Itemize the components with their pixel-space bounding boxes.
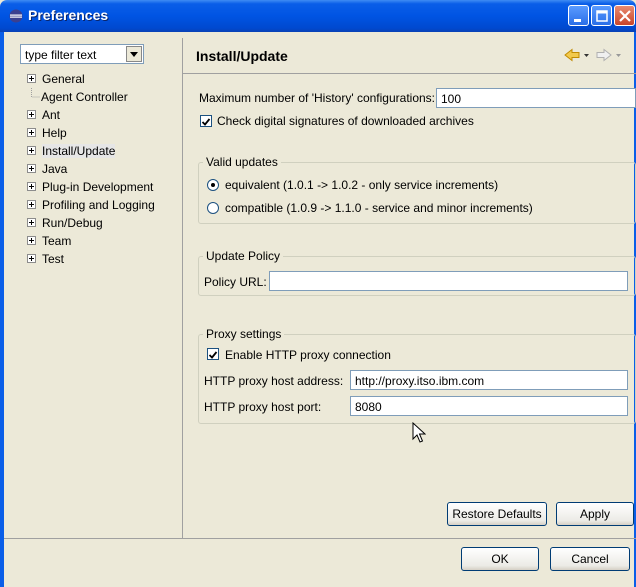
restore-defaults-button[interactable]: Restore Defaults — [447, 502, 547, 526]
tree-item-label: Java — [42, 162, 68, 176]
ok-button[interactable]: OK — [461, 547, 539, 571]
tree-item-label: Plug-in Development — [42, 180, 154, 194]
tree-item-label: Team — [42, 234, 72, 248]
expand-icon[interactable] — [27, 200, 36, 209]
chevron-down-icon[interactable] — [616, 54, 621, 57]
maximize-icon — [596, 10, 608, 22]
close-button[interactable] — [614, 5, 635, 26]
preference-tree[interactable]: General Agent Controller Ant Help Instal… — [20, 70, 180, 550]
check-signatures-checkbox[interactable] — [200, 115, 212, 127]
eclipse-icon — [9, 9, 23, 23]
chevron-down-icon[interactable] — [584, 54, 589, 57]
cancel-button[interactable]: Cancel — [550, 547, 630, 571]
history-field[interactable]: 100 — [436, 88, 636, 108]
window-title: Preferences — [28, 7, 109, 23]
tree-item-label: Agent Controller — [41, 90, 128, 104]
tree-item-label: Install/Update — [42, 144, 116, 158]
expand-icon[interactable] — [27, 218, 36, 227]
back-arrow-icon[interactable] — [564, 48, 580, 62]
filter-combo[interactable]: type filter text — [20, 44, 144, 64]
tree-item-label: Profiling and Logging — [42, 198, 155, 212]
tree-item-label: Ant — [42, 108, 61, 122]
enable-proxy-label: Enable HTTP proxy connection — [225, 348, 391, 362]
minimize-button[interactable] — [568, 5, 589, 26]
window-frame-left — [0, 32, 4, 587]
proxy-port-field[interactable]: 8080 — [350, 396, 628, 416]
compatible-label: compatible (1.0.9 -> 1.1.0 - service and… — [225, 201, 533, 215]
dialog-button-bar — [4, 539, 634, 587]
history-label: Maximum number of 'History' configuratio… — [199, 91, 435, 105]
equivalent-label: equivalent (1.0.1 -> 1.0.2 - only servic… — [225, 178, 499, 192]
expand-icon[interactable] — [27, 146, 36, 155]
policy-url-field[interactable] — [269, 271, 628, 291]
minimize-icon — [574, 19, 581, 22]
apply-button[interactable]: Apply — [556, 502, 634, 526]
chevron-down-icon — [130, 52, 138, 57]
checkmark-icon — [201, 118, 211, 126]
proxy-port-value: 8080 — [355, 400, 382, 414]
expand-icon[interactable] — [27, 236, 36, 245]
enable-proxy-checkbox[interactable] — [207, 348, 219, 360]
valid-updates-title: Valid updates — [203, 155, 281, 169]
update-policy-title: Update Policy — [203, 249, 284, 263]
checkmark-icon — [208, 351, 218, 359]
tree-item-label: Run/Debug — [42, 216, 103, 230]
filter-input[interactable]: type filter text — [25, 48, 96, 62]
proxy-host-value: http://proxy.itso.ibm.com — [355, 374, 485, 388]
policy-url-label: Policy URL: — [204, 275, 267, 289]
title-bar[interactable]: Preferences — [0, 0, 636, 32]
proxy-host-label: HTTP proxy host address: — [204, 374, 344, 388]
expand-icon[interactable] — [27, 182, 36, 191]
history-value: 100 — [441, 92, 462, 106]
tree-item-label: General — [42, 72, 85, 86]
proxy-port-label: HTTP proxy host port: — [204, 400, 322, 414]
maximize-button[interactable] — [591, 5, 612, 26]
expand-icon[interactable] — [27, 164, 36, 173]
pane-splitter[interactable] — [182, 38, 183, 554]
navigation-toolbar — [564, 48, 621, 62]
tree-item-label: Help — [42, 126, 67, 140]
compatible-radio[interactable] — [207, 202, 219, 214]
page-title: Install/Update — [196, 48, 288, 64]
check-signatures-label: Check digital signatures of downloaded a… — [217, 114, 474, 128]
proxy-settings-title: Proxy settings — [203, 327, 285, 341]
expand-icon[interactable] — [27, 110, 36, 119]
tree-item-label: Test — [42, 252, 65, 266]
expand-icon[interactable] — [27, 128, 36, 137]
equivalent-radio[interactable] — [207, 179, 219, 191]
header-divider — [183, 73, 636, 74]
mouse-cursor-icon — [412, 422, 426, 443]
tree-line-icon — [31, 88, 40, 98]
forward-arrow-icon[interactable] — [596, 48, 612, 62]
proxy-host-field[interactable]: http://proxy.itso.ibm.com — [350, 370, 628, 390]
expand-icon[interactable] — [27, 74, 36, 83]
filter-dropdown-button[interactable] — [126, 46, 142, 62]
close-icon — [619, 10, 631, 22]
expand-icon[interactable] — [27, 254, 36, 263]
